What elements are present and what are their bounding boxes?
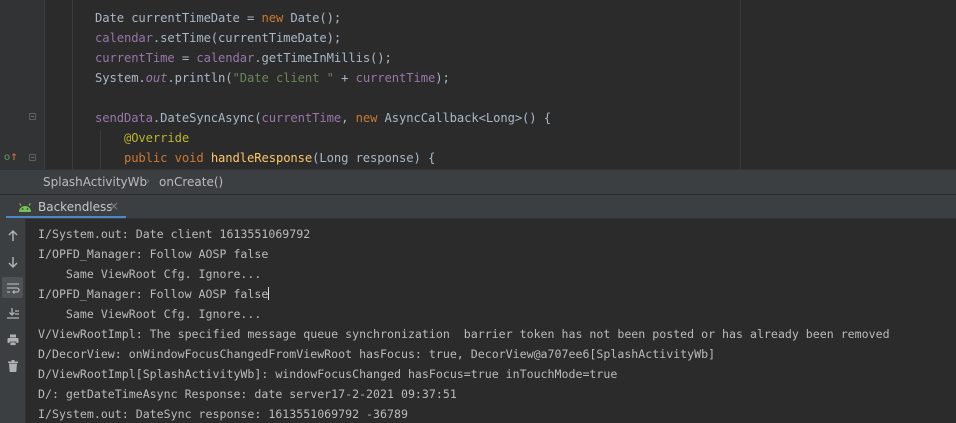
indent-guide xyxy=(72,0,73,169)
log-line-text: I/OPFD_Manager: Follow AOSP false xyxy=(38,287,269,301)
code-token: "Date client " xyxy=(232,71,334,85)
arrow-up-icon[interactable] xyxy=(2,225,23,246)
code-token: new xyxy=(261,11,291,25)
code-line: sendData.DateSyncAsync(currentTime, new … xyxy=(95,108,551,128)
breadcrumb-item-method[interactable]: onCreate() xyxy=(159,175,223,189)
code-token: currentTime xyxy=(261,111,342,125)
code-token: , xyxy=(341,111,356,125)
android-icon xyxy=(19,203,31,212)
code-token: Date currentTimeDate = xyxy=(95,11,262,25)
code-token: sendData xyxy=(95,111,153,125)
breadcrumb-separator: › xyxy=(146,176,150,187)
code-token: Date(); xyxy=(290,11,342,25)
code-token: currentTime xyxy=(355,71,436,85)
code-token: AsyncCallback<Long>() { xyxy=(384,111,552,125)
log-line: V/ViewRootImpl: The specified message qu… xyxy=(38,327,890,341)
log-line: Same ViewRoot Cfg. Ignore... xyxy=(38,307,262,321)
tab-label: Backendless xyxy=(38,200,113,214)
code-token: new xyxy=(355,111,385,125)
fold-marker[interactable] xyxy=(29,154,36,161)
log-line: Same ViewRoot Cfg. Ignore... xyxy=(38,267,262,281)
print-icon[interactable] xyxy=(2,329,23,350)
code-token: (Long response) { xyxy=(312,151,436,165)
logcat-output[interactable]: I/System.out: Date client 1613551069792 … xyxy=(26,219,956,423)
breadcrumb-item-class[interactable]: SplashActivityWb xyxy=(43,175,147,189)
code-token: = xyxy=(174,51,197,65)
text-caret xyxy=(268,287,270,300)
trash-icon[interactable] xyxy=(2,355,23,376)
code-line: public void handleResponse(Long response… xyxy=(95,148,435,168)
code-token: .println( xyxy=(167,71,233,85)
code-token: out xyxy=(145,71,168,85)
soft-wrap-icon[interactable] xyxy=(2,277,23,298)
code-token: handleResponse xyxy=(210,151,313,165)
log-line: D/ViewRootImpl[SplashActivityWb]: window… xyxy=(38,367,618,381)
breadcrumb: SplashActivityWb › onCreate() xyxy=(0,169,956,194)
log-line: D/DecorView: onWindowFocusChangedFromVie… xyxy=(38,347,716,361)
arrow-down-icon[interactable] xyxy=(2,251,23,272)
gutter-divider xyxy=(44,0,45,169)
code-line: calendar.setTime(currentTimeDate); xyxy=(95,28,341,48)
code-line: System.out.println("Date client " + curr… xyxy=(95,68,450,88)
code-line: currentTime = calendar.getTimeInMillis()… xyxy=(95,48,392,68)
log-line: I/System.out: Date client 1613551069792 xyxy=(38,227,311,241)
code-token: .getTimeInMillis(); xyxy=(254,51,392,65)
fold-marker[interactable] xyxy=(29,113,36,120)
tool-window-tab-bar: Backendless × xyxy=(0,194,956,219)
editor-gutter xyxy=(0,0,44,169)
tab-backendless[interactable]: Backendless × xyxy=(0,195,126,219)
override-gutter-icon[interactable]: o↑ xyxy=(4,152,18,163)
log-line: I/System.out: DateSync response: 1613551… xyxy=(38,407,408,421)
code-token: calendar xyxy=(196,51,255,65)
active-tab-indicator xyxy=(6,216,126,218)
code-token: calendar xyxy=(95,31,153,45)
code-line: @Override xyxy=(95,128,189,148)
code-token: currentTime xyxy=(95,51,175,65)
logcat-side-toolbar xyxy=(0,219,26,423)
right-margin-guide xyxy=(740,0,741,169)
scroll-to-end-icon[interactable] xyxy=(2,303,23,324)
code-token: + xyxy=(333,71,356,85)
code-token: System. xyxy=(95,71,146,85)
code-token: public void xyxy=(123,151,211,165)
log-line: I/OPFD_Manager: Follow AOSP false xyxy=(38,247,269,261)
code-token: ); xyxy=(435,71,450,85)
code-line: Date currentTimeDate = new Date(); xyxy=(95,8,341,28)
code-token: .setTime(currentTimeDate); xyxy=(152,31,342,45)
log-line: D/: getDateTimeAsync Response: date serv… xyxy=(38,387,457,401)
code-editor[interactable]: o↑ Date currentTimeDate = new Date(); cal… xyxy=(0,0,956,169)
code-token: .DateSyncAsync( xyxy=(152,111,262,125)
close-icon[interactable]: × xyxy=(109,199,119,213)
log-line: I/OPFD_Manager: Follow AOSP false xyxy=(38,284,270,304)
code-token: @Override xyxy=(123,131,190,145)
